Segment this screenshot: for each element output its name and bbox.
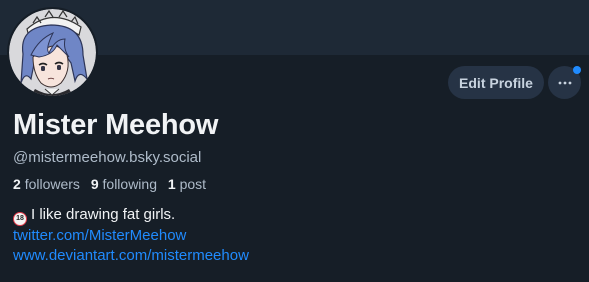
no-under-18-icon: 18: [13, 212, 27, 226]
profile-bio: 18 I like drawing fat girls. twitter.com/…: [13, 205, 249, 266]
ellipsis-icon: [558, 81, 571, 84]
posts-stat: 1 post: [168, 176, 206, 192]
following-count: 9: [90, 176, 99, 192]
following-stat[interactable]: 9 following: [91, 176, 157, 192]
followers-label: followers: [24, 176, 80, 192]
display-name: Mister Meehow: [13, 109, 219, 141]
edit-profile-button[interactable]: Edit Profile: [448, 66, 544, 99]
followers-count: 2: [13, 176, 21, 192]
following-label: following: [102, 176, 157, 192]
posts-count: 1: [167, 176, 176, 192]
bio-text: I like drawing fat girls.: [31, 206, 176, 223]
avatar[interactable]: [7, 7, 98, 98]
bio-link-deviantart[interactable]: www.deviantart.com/mistermeehow: [13, 246, 249, 266]
notification-dot: [573, 66, 581, 74]
posts-label: post: [179, 176, 207, 192]
avatar-illustration: [9, 9, 96, 96]
profile-stats: 2 followers 9 following 1 post: [13, 176, 213, 192]
bio-line: 18 I like drawing fat girls.: [13, 205, 249, 226]
bio-link-twitter[interactable]: twitter.com/MisterMeehow: [13, 226, 249, 246]
profile-handle: @mistermeehow.bsky.social: [13, 149, 202, 166]
followers-stat[interactable]: 2 followers: [13, 176, 80, 192]
